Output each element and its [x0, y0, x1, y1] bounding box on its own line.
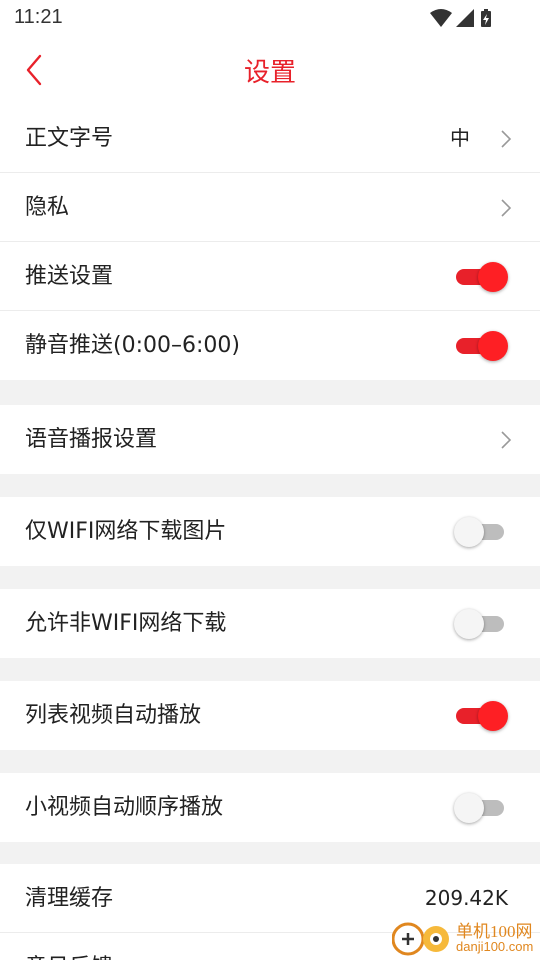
chevron-right-icon	[501, 431, 512, 449]
watermark-logo	[392, 922, 449, 956]
wifi-images-label: 仅WIFI网络下载图片	[25, 519, 227, 544]
status-icons	[430, 9, 491, 27]
setting-voice-broadcast[interactable]: 语音播报设置	[0, 405, 540, 474]
feedback-label: 意见反馈	[25, 933, 113, 960]
font-size-label: 正文字号	[25, 126, 114, 151]
chevron-right-icon	[501, 199, 512, 217]
mute-push-label: 静音推送(0:00–6:00)	[25, 333, 240, 358]
short-video-autoplay-label: 小视频自动顺序播放	[25, 795, 224, 820]
list-video-autoplay-toggle[interactable]	[454, 701, 508, 731]
non-wifi-download-label: 允许非WIFI网络下载	[25, 611, 227, 636]
setting-non-wifi-download: 允许非WIFI网络下载	[0, 589, 540, 658]
voice-broadcast-label: 语音播报设置	[25, 427, 158, 452]
privacy-label: 隐私	[25, 195, 70, 220]
battery-charging-icon	[481, 9, 491, 27]
setting-privacy[interactable]: 隐私	[0, 173, 540, 242]
chevron-right-icon	[501, 130, 512, 148]
font-size-value: 中	[450, 126, 470, 150]
list-video-autoplay-label: 列表视频自动播放	[25, 703, 202, 728]
status-bar: 11:21	[0, 0, 540, 36]
push-label: 推送设置	[25, 264, 114, 289]
wifi-icon	[430, 9, 452, 27]
short-video-autoplay-toggle[interactable]	[454, 793, 506, 823]
watermark: 单机100网 danji100.com	[392, 915, 540, 960]
settings-group-list-video: 列表视频自动播放	[0, 681, 540, 750]
watermark-url: danji100.com	[456, 939, 534, 954]
settings-group-general: 正文字号 中 隐私 推送设置 静音推送(0:00–6:00)	[0, 104, 540, 380]
settings-group-short-video: 小视频自动顺序播放	[0, 773, 540, 842]
mute-push-toggle[interactable]	[454, 331, 508, 361]
wifi-images-toggle[interactable]	[454, 517, 506, 547]
clear-cache-label: 清理缓存	[25, 886, 114, 911]
setting-mute-push: 静音推送(0:00–6:00)	[0, 311, 540, 380]
non-wifi-download-toggle[interactable]	[454, 609, 506, 639]
settings-group-non-wifi: 允许非WIFI网络下载	[0, 589, 540, 658]
signal-icon	[456, 9, 474, 27]
settings-group-voice: 语音播报设置	[0, 405, 540, 474]
setting-font-size[interactable]: 正文字号 中	[0, 104, 540, 173]
settings-group-wifi-images: 仅WIFI网络下载图片	[0, 497, 540, 566]
setting-list-video-autoplay: 列表视频自动播放	[0, 681, 540, 750]
status-time: 11:21	[14, 6, 63, 28]
setting-wifi-images: 仅WIFI网络下载图片	[0, 497, 540, 566]
setting-short-video-autoplay: 小视频自动顺序播放	[0, 773, 540, 842]
push-toggle[interactable]	[454, 262, 508, 292]
header: 设置	[0, 36, 540, 104]
page-title: 设置	[243, 58, 296, 88]
setting-push: 推送设置	[0, 242, 540, 311]
